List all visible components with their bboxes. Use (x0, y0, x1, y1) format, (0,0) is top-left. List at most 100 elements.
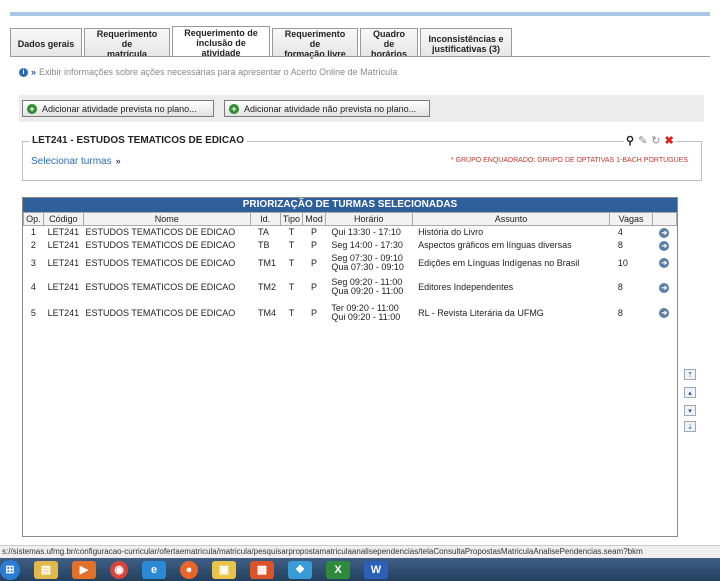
file-explorer-icon[interactable]: ▤ (34, 560, 58, 579)
folder-icon[interactable]: ▣ (212, 560, 236, 579)
select-classes-label: Selecionar turmas (31, 156, 112, 167)
tab-requerimento-formacao-livre[interactable]: Requerimento de formação livre (272, 28, 358, 59)
row-action-cell: ➜ (652, 252, 676, 274)
cell-tipo: T (288, 282, 295, 292)
cell-assunto: Editores Independentes (418, 282, 514, 292)
chrome-icon[interactable]: ◉ (110, 560, 128, 579)
tab-divider (10, 56, 710, 57)
col-id: Id. (249, 212, 281, 226)
add-unplanned-label: Adicionar atividade não prevista no plan… (244, 103, 417, 114)
arrow-right-circle-icon[interactable]: ➜ (659, 258, 670, 268)
classes-table: Op. Código Nome Id. Tipo Mod Horário Ass… (23, 212, 678, 325)
move-down-button[interactable]: ▾ (684, 405, 696, 416)
add-icon: + (27, 103, 37, 114)
cell-tipo: T (288, 227, 295, 238)
cell-mod: P (310, 227, 317, 238)
col-tipo: Tipo (279, 212, 304, 226)
row-action-cell: ➜ (652, 274, 676, 301)
edit-icon[interactable]: ✎ (638, 136, 647, 147)
row-action-cell: ➜ (652, 226, 676, 239)
add-planned-activity-button[interactable]: + Adicionar atividade prevista no plano.… (22, 100, 214, 117)
cell-horario: Seg 09:20 - 11:00 Qua 09:20 - 11:00 (331, 277, 404, 296)
cell-codigo: LET241 (47, 240, 80, 250)
table-row[interactable]: 2 LET241 ESTUDOS TEMATICOS DE EDICAO TB … (24, 239, 677, 252)
cell-op: 1 (30, 227, 36, 238)
internet-explorer-icon[interactable]: e (142, 560, 166, 579)
delete-icon[interactable]: ✖ (665, 136, 674, 147)
cell-vagas: 10 (617, 257, 628, 268)
word-icon[interactable]: W (364, 560, 388, 579)
table-row[interactable]: 5 LET241 ESTUDOS TEMATICOS DE EDICAO TM4… (24, 301, 677, 325)
cell-nome: ESTUDOS TEMATICOS DE EDICAO (85, 257, 236, 268)
tab-requerimento-inclusao-atividade[interactable]: Requerimento de inclusão de atividade (172, 26, 270, 58)
select-classes-link[interactable]: Selecionar turmas » (31, 156, 121, 167)
search-icon[interactable]: ⚲ (626, 136, 634, 147)
col-horario: Horário (324, 212, 413, 226)
excel-icon[interactable]: X (326, 560, 350, 579)
arrow-right-circle-icon[interactable]: ➜ (659, 227, 670, 238)
info-text: Exibir informações sobre ações necessári… (39, 67, 398, 77)
cell-nome: ESTUDOS TEMATICOS DE EDICAO (85, 227, 236, 238)
table-row[interactable]: 4 LET241 ESTUDOS TEMATICOS DE EDICAO TM2… (24, 274, 677, 301)
col-mod: Mod (302, 212, 326, 226)
cell-tipo: T (288, 257, 295, 268)
info-toggle[interactable]: i » Exibir informações sobre ações neces… (19, 67, 397, 77)
tab-requerimento-matricula[interactable]: Requerimento de matrícula (84, 28, 170, 59)
add-icon: + (229, 103, 239, 114)
priority-table: PRIORIZAÇÃO DE TURMAS SELECIONADAS Op. C… (22, 197, 678, 537)
arrow-right-circle-icon[interactable]: ➜ (659, 308, 670, 318)
double-chevron-down-icon: » (31, 67, 37, 77)
col-op: Op. (23, 212, 44, 226)
col-nome: Nome (83, 212, 251, 226)
refresh-icon[interactable]: ↻ (651, 136, 660, 147)
document-icon[interactable]: ▦ (250, 560, 274, 579)
cell-id: TA (258, 227, 269, 238)
cell-codigo: LET241 (47, 257, 80, 268)
cell-horario: Seg 14:00 - 17:30 (331, 240, 403, 250)
cell-id: TB (258, 240, 270, 250)
cell-vagas: 8 (617, 307, 623, 318)
tab-quadro-horarios[interactable]: Quadro de horários (360, 28, 418, 59)
table-title: PRIORIZAÇÃO DE TURMAS SELECIONADAS (23, 198, 677, 212)
cell-assunto: História do Livro (418, 227, 484, 238)
arrow-right-circle-icon[interactable]: ➜ (659, 240, 670, 251)
cell-tipo: T (288, 307, 295, 318)
move-up-button[interactable]: ▴ (684, 387, 696, 398)
table-row[interactable]: 3 LET241 ESTUDOS TEMATICOS DE EDICAO TM1… (24, 252, 677, 274)
cell-codigo: LET241 (47, 227, 80, 238)
cell-tipo: T (288, 240, 295, 250)
cell-assunto: Aspectos gráficos em línguas diversas (418, 240, 572, 250)
media-player-icon[interactable]: ▶ (72, 560, 96, 579)
cell-nome: ESTUDOS TEMATICOS DE EDICAO (85, 240, 236, 250)
row-action-cell: ➜ (652, 301, 676, 325)
cell-horario: Qui 13:30 - 17:10 (331, 227, 401, 238)
cell-op: 2 (30, 240, 36, 250)
group-note: * GRUPO ENQUADRADO: GRUPO DE OPTATIVAS 1… (450, 157, 688, 164)
tab-inconsistencias[interactable]: Inconsistências e justificativas (3) (420, 28, 512, 56)
cell-vagas: 8 (617, 240, 623, 250)
cell-horario: Seg 07:30 - 09:10 Qua 07:30 - 09:10 (331, 252, 404, 272)
add-unplanned-activity-button[interactable]: + Adicionar atividade não prevista no pl… (224, 100, 430, 117)
firefox-icon[interactable]: ● (180, 560, 198, 579)
cell-assunto: RL - Revista Literária da UFMG (418, 307, 544, 318)
col-assunto: Assunto (411, 212, 611, 226)
cell-nome: ESTUDOS TEMATICOS DE EDICAO (85, 307, 236, 318)
cell-op: 3 (30, 257, 36, 268)
cell-codigo: LET241 (47, 307, 80, 318)
arrow-right-circle-icon[interactable]: ➜ (659, 282, 670, 293)
tab-dados-gerais[interactable]: Dados gerais (10, 28, 82, 56)
cell-assunto: Edições em Línguas Indígenas no Brasil (418, 257, 580, 268)
move-to-bottom-button[interactable]: ⇣ (684, 421, 696, 432)
table-row[interactable]: 1 LET241 ESTUDOS TEMATICOS DE EDICAO TA … (24, 226, 677, 239)
browser-status-url: s://sistemas.ufmg.br/configuracao-curric… (0, 545, 720, 558)
tab-bar: Dados gerais Requerimento de matrícula R… (10, 26, 514, 59)
col-action (651, 212, 678, 226)
cell-nome: ESTUDOS TEMATICOS DE EDICAO (85, 282, 236, 292)
network-icon[interactable]: ❖ (288, 560, 312, 579)
start-orb-icon[interactable]: ⊞ (0, 559, 20, 580)
move-to-top-button[interactable]: ⇡ (684, 369, 696, 380)
double-chevron-down-icon: » (115, 156, 121, 166)
cell-id: TM2 (258, 282, 276, 292)
page: Dados gerais Requerimento de matrícula R… (0, 0, 720, 581)
col-vagas: Vagas (609, 212, 653, 226)
